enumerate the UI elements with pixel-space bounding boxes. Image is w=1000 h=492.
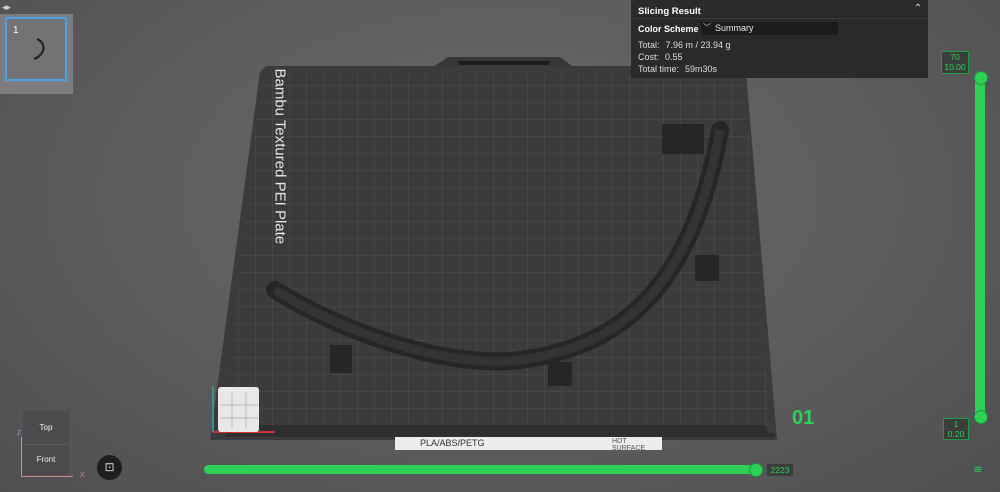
move-slider-handle[interactable] [749,463,763,477]
plate-thumbnail-panel: 1 [0,14,73,94]
axis-z-line [21,437,22,477]
collapse-panel-icon[interactable]: ⌃ [912,3,924,15]
layer-slider-top-handle[interactable] [974,71,988,85]
view-cube-top[interactable]: Top [23,411,69,445]
axis-z-label: Z [17,430,22,437]
chevron-down-icon: ﹀ [703,23,711,32]
move-slider-value: 2223 [767,464,793,476]
stat-total-time: Total time: 59m30s [638,64,717,74]
strip-material-label: PLA/ABS/PETG [420,438,485,448]
stat-label: Cost: [638,52,660,62]
color-scheme-value: Summary [715,23,754,33]
stat-label: Total: [638,40,660,50]
stat-value: 59m30s [685,64,718,74]
top-layer-number: 70 [950,52,960,62]
axis-x-line [21,476,73,477]
stat-value: 7.96 m / 23.94 g [665,40,731,50]
fit-view-icon[interactable]: ⊡ [97,455,122,480]
panel-title: Slicing Result [638,6,701,17]
color-scheme-label: Color Scheme [638,24,699,34]
layer-bottom-readout: 1 0.20 [943,418,969,440]
top-layer-height: 10.00 [944,62,966,72]
stat-label: Total time: [638,64,680,74]
bottom-layer-number: 1 [953,419,959,429]
stat-total: Total: 7.96 m / 23.94 g [638,40,731,50]
layers-icon[interactable]: ≋ [972,464,984,476]
layer-slider-bottom-handle[interactable] [974,410,988,424]
part-preview-icon [33,37,45,61]
stat-cost: Cost: 0.55 [638,52,683,62]
bottom-layer-height: 0.20 [947,429,965,439]
move-slider-track[interactable] [204,465,756,474]
view-cube[interactable]: Top Front [23,411,69,475]
color-scheme-select[interactable]: ﹀ Summary [701,22,838,35]
plate-index-label: 01 [792,407,815,429]
sidebar-toggle-icon[interactable]: ◂▸ [2,2,12,12]
panel-divider [631,18,928,19]
layer-slider-track[interactable] [975,72,985,418]
slicing-result-panel: Slicing Result ⌃ Color Scheme ﹀ Summary … [631,0,928,78]
view-cube-front[interactable]: Front [23,444,69,475]
layer-top-readout: 70 10.00 [941,51,969,74]
plate-thumbnail[interactable]: 1 [5,17,67,81]
stat-value: 0.55 [665,52,683,62]
strip-hot-surface-label: HOT SURFACE [612,438,646,452]
axis-x-label: X [80,472,85,479]
bed-label: Bambu Textured PEI Plate [271,68,289,245]
